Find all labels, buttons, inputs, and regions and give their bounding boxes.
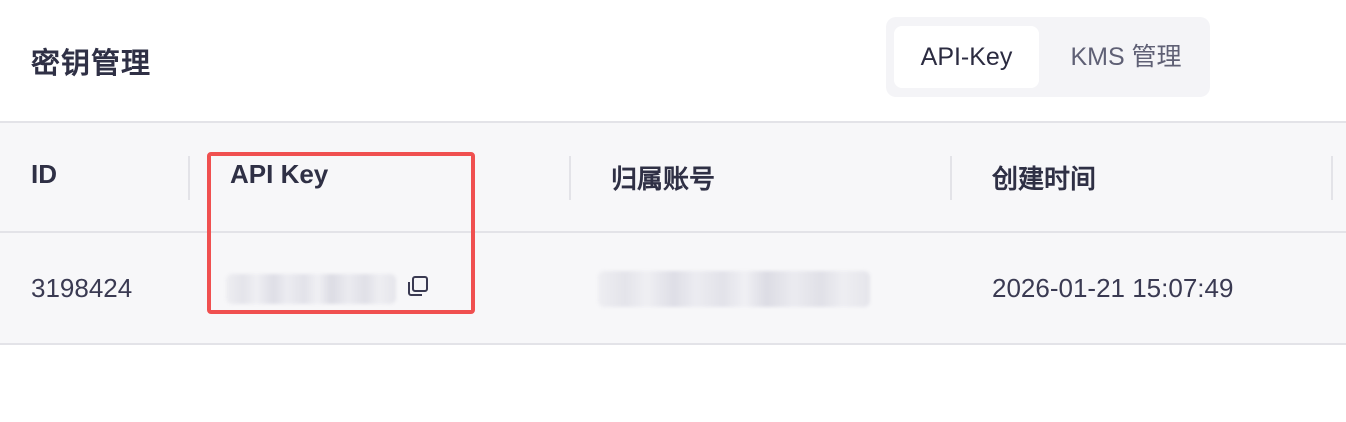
cell-id: 3198424 [31,273,133,303]
table-header: ID API Key 归属账号 创建时间 [0,123,1346,233]
copy-icon[interactable] [406,274,430,298]
column-divider[interactable] [188,156,190,200]
column-header-account: 归属账号 [611,164,716,194]
cell-created-at: 2026-01-21 15:07:49 [992,273,1234,303]
page-title: 密钥管理 [31,48,152,80]
column-divider[interactable] [950,156,952,200]
column-header-api-key: API Key [230,159,329,189]
column-header-created-at: 创建时间 [992,164,1097,194]
table-row: 3198424 2026-01-21 15:07:49 [0,233,1346,341]
column-divider[interactable] [1331,156,1333,200]
redacted-api-key [226,274,396,304]
tab-api-key[interactable]: API-Key [894,26,1039,88]
tab-group: API-Key KMS 管理 [886,17,1210,97]
column-divider[interactable] [569,156,571,200]
api-key-table: ID API Key 归属账号 创建时间 3198424 2026-01-21 … [0,121,1346,345]
redacted-account [598,271,870,307]
page-header: 密钥管理 API-Key KMS 管理 [0,0,1346,121]
column-header-id: ID [31,159,57,189]
tab-kms[interactable]: KMS 管理 [1046,26,1206,88]
